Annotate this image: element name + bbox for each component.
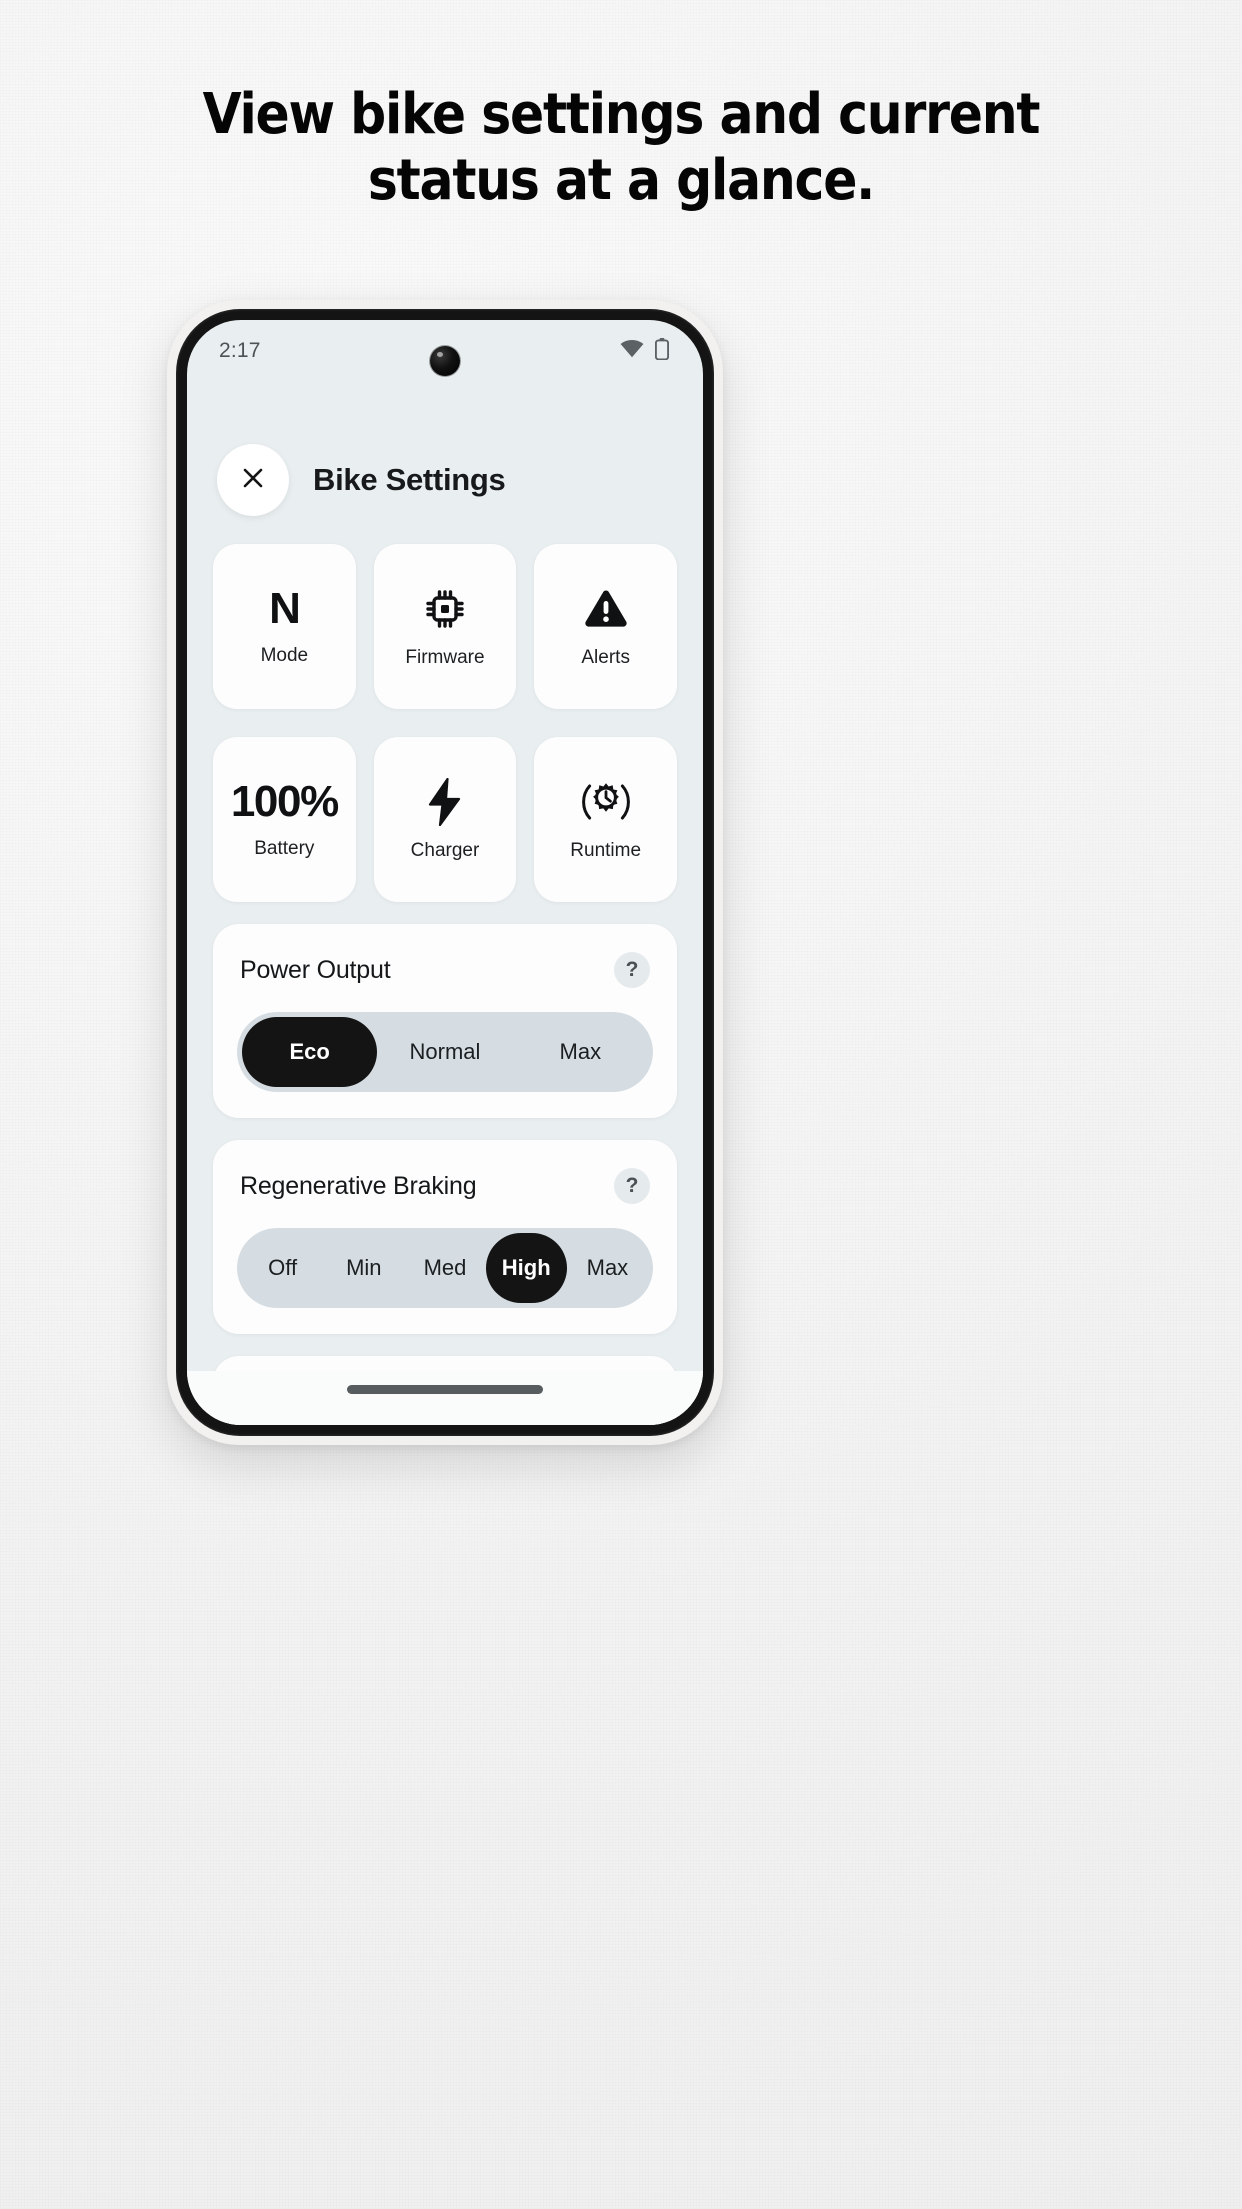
setting-header-power-output: Power Output ? — [237, 952, 653, 988]
stat-label-battery: Battery — [254, 837, 315, 859]
stat-label-runtime: Runtime — [570, 839, 642, 861]
battery-icon — [654, 337, 670, 365]
stat-label-charger: Charger — [410, 839, 480, 861]
wifi-icon — [620, 339, 644, 363]
stat-value-mode: N — [269, 583, 301, 633]
stat-grid-row-1: N Mode Firmware Alerts — [213, 544, 677, 709]
segment-regen-max[interactable]: Max — [567, 1233, 648, 1303]
setting-card-power-output: Power Output ? Eco Normal Max — [213, 924, 677, 1118]
segmented-control-regenerative-braking: Off Min Med High Max — [237, 1228, 653, 1308]
phone-mockup: 2:17 Bike Settings N Mode Firmware Alert… — [167, 300, 723, 1445]
stat-value-battery: 100% — [230, 776, 339, 826]
warning-triangle-icon — [583, 585, 629, 633]
home-indicator-area — [187, 1371, 703, 1425]
stat-card-battery[interactable]: 100% Battery — [213, 737, 356, 902]
segment-regen-high[interactable]: High — [485, 1233, 567, 1303]
gear-clock-icon — [581, 778, 631, 826]
stat-card-alerts[interactable]: Alerts — [534, 544, 677, 709]
segmented-control-power-output: Eco Normal Max — [237, 1012, 653, 1092]
status-bar-time: 2:17 — [219, 339, 261, 362]
app-content: Bike Settings N Mode Firmware Alerts 100… — [187, 320, 703, 1425]
home-indicator[interactable] — [347, 1385, 543, 1394]
promo-headline-line-1: View bike settings and current — [202, 82, 1041, 147]
phone-bezel: 2:17 Bike Settings N Mode Firmware Alert… — [176, 309, 714, 1436]
segment-power-output-eco[interactable]: Eco — [242, 1017, 378, 1087]
stat-card-mode[interactable]: N Mode — [213, 544, 356, 709]
stat-grid-row-2: 100% Battery Charger Runtime — [213, 737, 677, 902]
setting-card-regenerative-braking: Regenerative Braking ? Off Min Med High … — [213, 1140, 677, 1334]
promo-headline: View bike settings and current status at… — [0, 82, 1242, 214]
segment-regen-min[interactable]: Min — [323, 1233, 404, 1303]
stat-label-mode: Mode — [260, 644, 309, 666]
segment-power-output-max[interactable]: Max — [513, 1017, 648, 1087]
stat-card-firmware[interactable]: Firmware — [373, 544, 517, 709]
segment-regen-med[interactable]: Med — [404, 1233, 485, 1303]
close-icon — [240, 465, 266, 496]
front-camera-punch-hole — [430, 346, 460, 376]
close-button[interactable] — [217, 444, 289, 516]
segment-regen-off[interactable]: Off — [242, 1233, 323, 1303]
promo-headline-line-2: status at a glance. — [367, 148, 875, 214]
help-icon-regenerative-braking[interactable]: ? — [614, 1168, 650, 1204]
chip-icon — [422, 585, 468, 633]
app-header: Bike Settings — [213, 444, 677, 516]
stat-label-alerts: Alerts — [581, 646, 630, 668]
stat-card-runtime[interactable]: Runtime — [534, 737, 677, 902]
lightning-bolt-icon — [428, 777, 462, 826]
page-title: Bike Settings — [313, 462, 506, 497]
setting-title-regenerative-braking: Regenerative Braking — [240, 1171, 477, 1200]
phone-screen: 2:17 Bike Settings N Mode Firmware Alert… — [187, 320, 703, 1425]
segment-power-output-normal[interactable]: Normal — [377, 1017, 512, 1087]
stat-card-charger[interactable]: Charger — [373, 737, 517, 902]
stat-label-firmware: Firmware — [405, 646, 485, 668]
status-bar-icons — [620, 337, 670, 365]
setting-header-regenerative-braking: Regenerative Braking ? — [237, 1168, 653, 1204]
setting-title-power-output: Power Output — [240, 955, 391, 984]
help-icon-power-output[interactable]: ? — [614, 952, 650, 988]
